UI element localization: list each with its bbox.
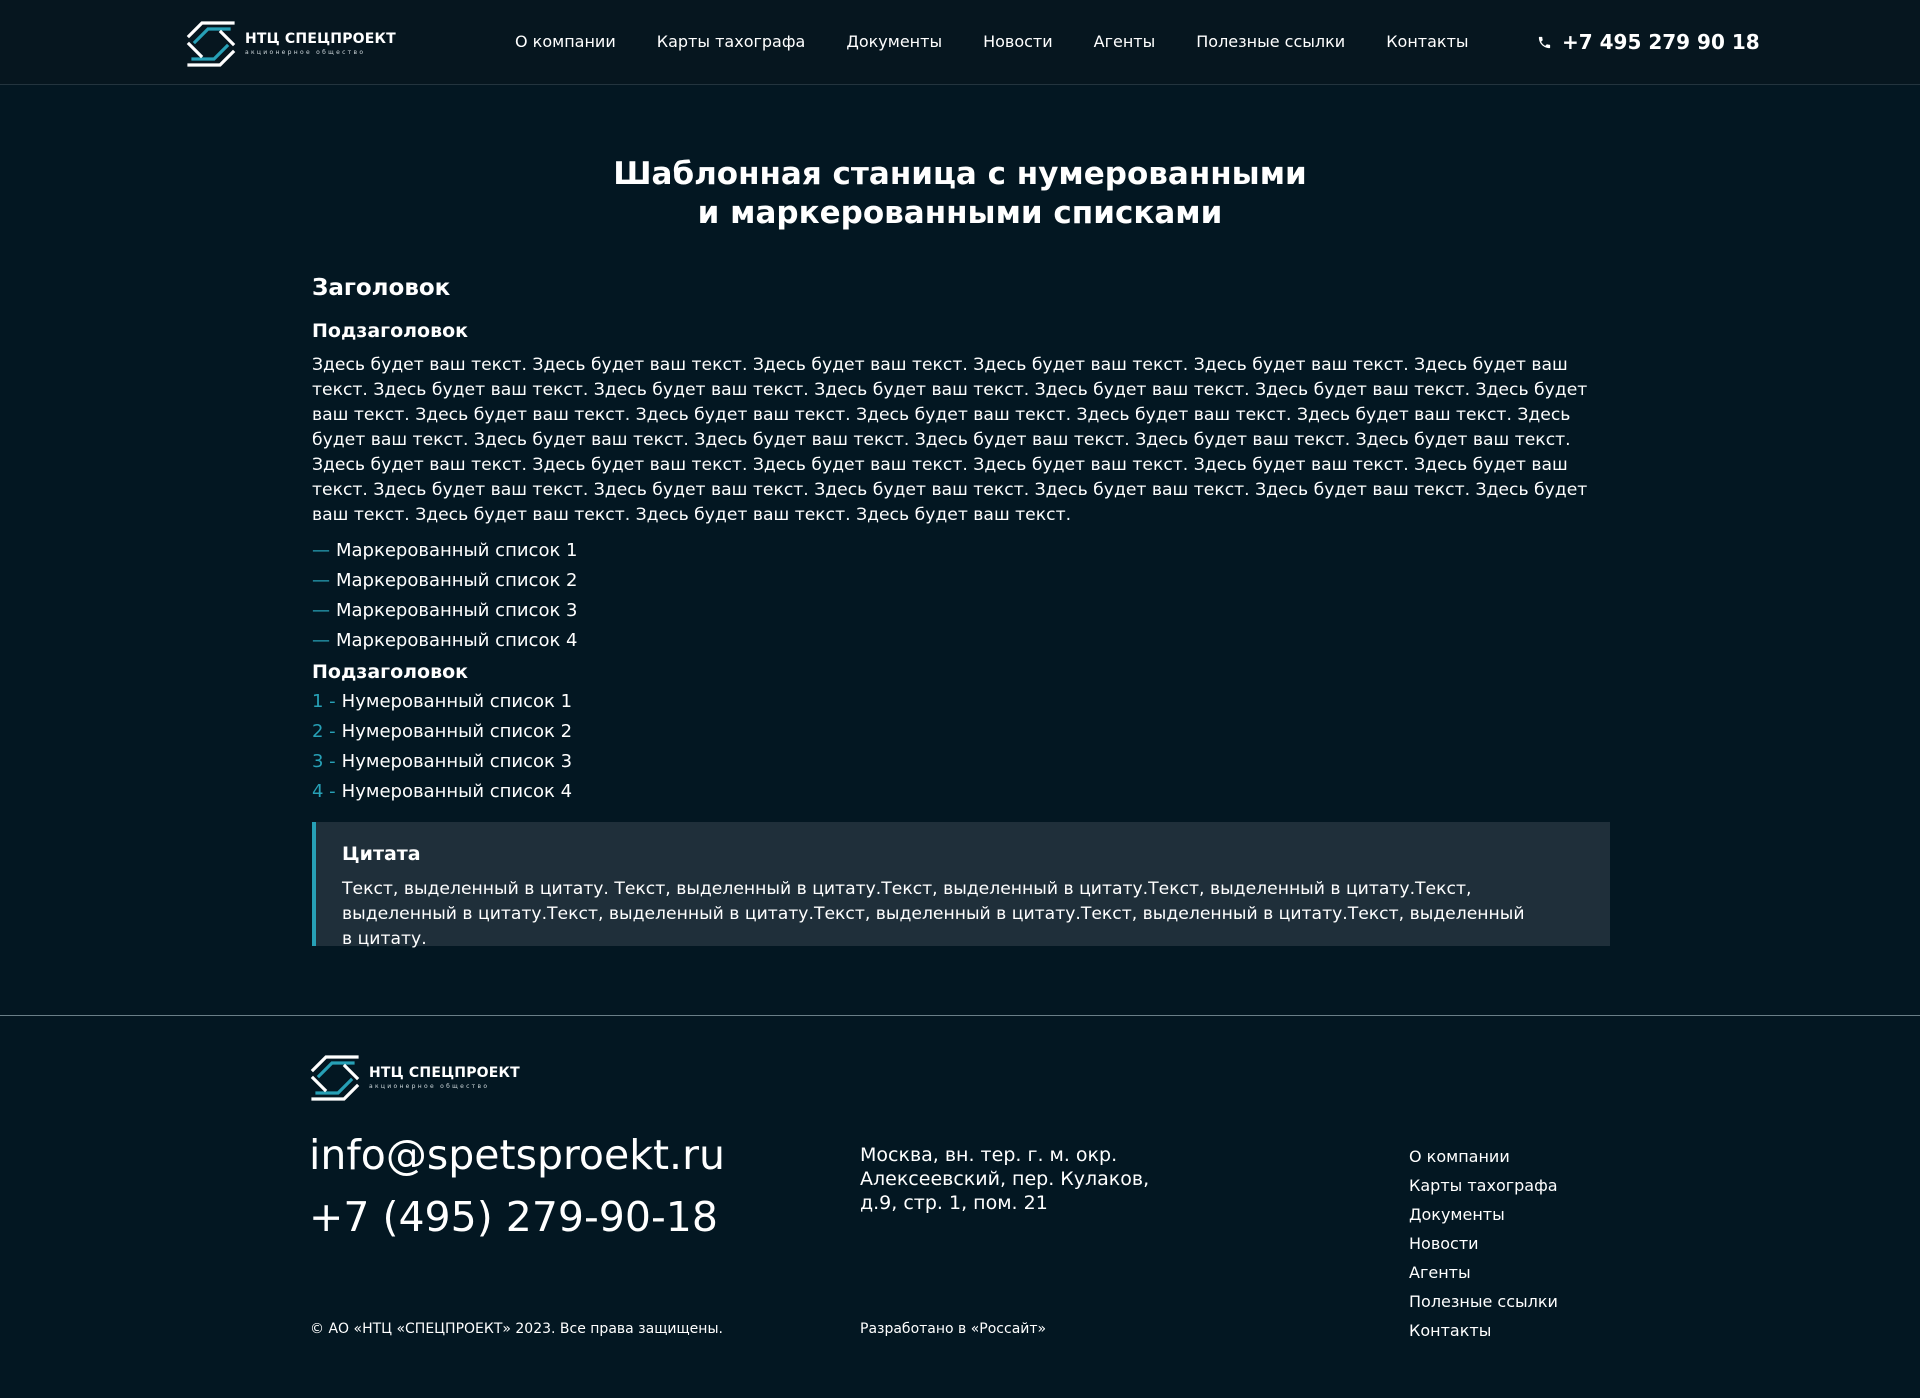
phone-icon — [1538, 36, 1551, 48]
bullet-dash: — — [312, 600, 330, 621]
footer-nav-item-news[interactable]: Новости — [1409, 1229, 1558, 1258]
footer-nav-item-about[interactable]: О компании — [1409, 1142, 1558, 1171]
page-title-line-1: Шаблонная станица с нумерованными — [613, 156, 1307, 192]
number-marker: 3 - — [312, 751, 336, 772]
site-header: НТЦ СПЕЦПРОЕКТ акционерное общество О ко… — [0, 0, 1920, 85]
nav-item-useful-links[interactable]: Полезные ссылки — [1196, 32, 1345, 52]
header-phone-number: +7 495 279 90 18 — [1562, 30, 1760, 54]
bullet-list: — Маркерованный список 1 — Маркерованный с… — [312, 536, 1612, 656]
main-content: Заголовок Подзаголовок Здесь будет ваш т… — [312, 273, 1612, 807]
spetsproekt-logo-icon — [186, 21, 236, 67]
header-phone-link[interactable]: +7 495 279 90 18 — [1537, 30, 1760, 54]
subheading-2: Подзаголовок — [312, 661, 469, 683]
nav-item-tachograph-cards[interactable]: Карты тахографа — [657, 32, 806, 52]
logo-subtitle: акционерное общество — [245, 49, 366, 56]
footer-phone-link[interactable]: +7 (495) 279-90-18 — [309, 1192, 718, 1242]
numbered-list-item: 4 - Нумерованный список 4 — [312, 777, 1612, 807]
quote-text: Текст, выделенный в цитату. Текст, выдел… — [342, 879, 1525, 949]
page-title-line-2: и маркерованными списками — [697, 195, 1223, 231]
numbered-list: 1 - Нумерованный список 1 2 - Нумерованный… — [312, 687, 1612, 807]
body-paragraph: Здесь будет ваш текст. Здесь будет ваш т… — [312, 355, 1588, 525]
section-heading: Заголовок — [312, 275, 451, 301]
footer-logo[interactable]: НТЦ СПЕЦПРОЕКТ акционерное общество — [309, 1053, 520, 1103]
address-line: Алексеевский, пер. Кулаков, — [860, 1168, 1150, 1190]
bullet-dash: — — [312, 630, 330, 651]
bullet-list-item: — Маркерованный список 1 — [312, 536, 1612, 566]
number-marker: 1 - — [312, 691, 336, 712]
bullet-item-text: Маркерованный список 2 — [336, 570, 578, 591]
quote-block: Цитата Текст, выделенный в цитату. Текст… — [312, 822, 1610, 949]
footer-nav-item-tachograph-cards[interactable]: Карты тахографа — [1409, 1171, 1558, 1200]
page-title: Шаблонная станица с нумерованными и марк… — [0, 155, 1920, 233]
bullet-item-text: Маркерованный список 1 — [336, 540, 578, 561]
footer-address: Москва, вн. тер. г. м. окр. Алексеевский… — [860, 1143, 1180, 1215]
logo-name: НТЦ СПЕЦПРОЕКТ — [369, 1065, 520, 1081]
footer-nav-item-agents[interactable]: Агенты — [1409, 1258, 1558, 1287]
footer-email-link[interactable]: info@spetsproekt.ru — [309, 1130, 725, 1180]
nav-item-news[interactable]: Новости — [983, 32, 1053, 52]
numbered-item-text: Нумерованный список 2 — [341, 721, 573, 742]
numbered-list-item: 2 - Нумерованный список 2 — [312, 717, 1612, 747]
header-logo[interactable]: НТЦ СПЕЦПРОЕКТ акционерное общество — [185, 19, 396, 69]
address-line: Москва, вн. тер. г. м. окр. — [860, 1144, 1118, 1166]
bullet-list-item: — Маркерованный список 3 — [312, 596, 1612, 626]
bullet-item-text: Маркерованный список 3 — [336, 600, 578, 621]
logo-name: НТЦ СПЕЦПРОЕКТ — [245, 31, 396, 47]
bullet-dash: — — [312, 570, 330, 591]
main-nav: О компании Карты тахографа Документы Нов… — [515, 32, 1469, 52]
number-marker: 2 - — [312, 721, 336, 742]
numbered-item-text: Нумерованный список 4 — [341, 781, 573, 802]
nav-item-contacts[interactable]: Контакты — [1386, 32, 1468, 52]
footer-nav-item-contacts[interactable]: Контакты — [1409, 1316, 1558, 1345]
developer-credit-link[interactable]: Разработано в «Россайт» — [860, 1320, 1046, 1338]
nav-item-about[interactable]: О компании — [515, 32, 616, 52]
quote-title: Цитата — [342, 843, 421, 865]
number-marker: 4 - — [312, 781, 336, 802]
subheading-1: Подзаголовок — [312, 320, 469, 342]
spetsproekt-logo-icon — [310, 1055, 360, 1101]
nav-item-documents[interactable]: Документы — [846, 32, 942, 52]
numbered-list-item: 1 - Нумерованный список 1 — [312, 687, 1612, 717]
address-line: д.9, стр. 1, пом. 21 — [860, 1192, 1048, 1214]
bullet-dash: — — [312, 540, 330, 561]
footer-divider — [0, 1015, 1920, 1016]
footer-nav-item-useful-links[interactable]: Полезные ссылки — [1409, 1287, 1558, 1316]
bullet-list-item: — Маркерованный список 4 — [312, 626, 1612, 656]
copyright-text: © АО «НТЦ «СПЕЦПРОЕКТ» 2023. Все права з… — [310, 1321, 723, 1337]
numbered-item-text: Нумерованный список 1 — [341, 691, 573, 712]
logo-subtitle: акционерное общество — [369, 1083, 490, 1090]
bullet-list-item: — Маркерованный список 2 — [312, 566, 1612, 596]
footer-nav-item-documents[interactable]: Документы — [1409, 1200, 1558, 1229]
numbered-list-item: 3 - Нумерованный список 3 — [312, 747, 1612, 777]
bullet-item-text: Маркерованный список 4 — [336, 630, 578, 651]
footer-nav: О компании Карты тахографа Документы Нов… — [1409, 1142, 1558, 1345]
nav-item-agents[interactable]: Агенты — [1094, 32, 1156, 52]
numbered-item-text: Нумерованный список 3 — [341, 751, 573, 772]
